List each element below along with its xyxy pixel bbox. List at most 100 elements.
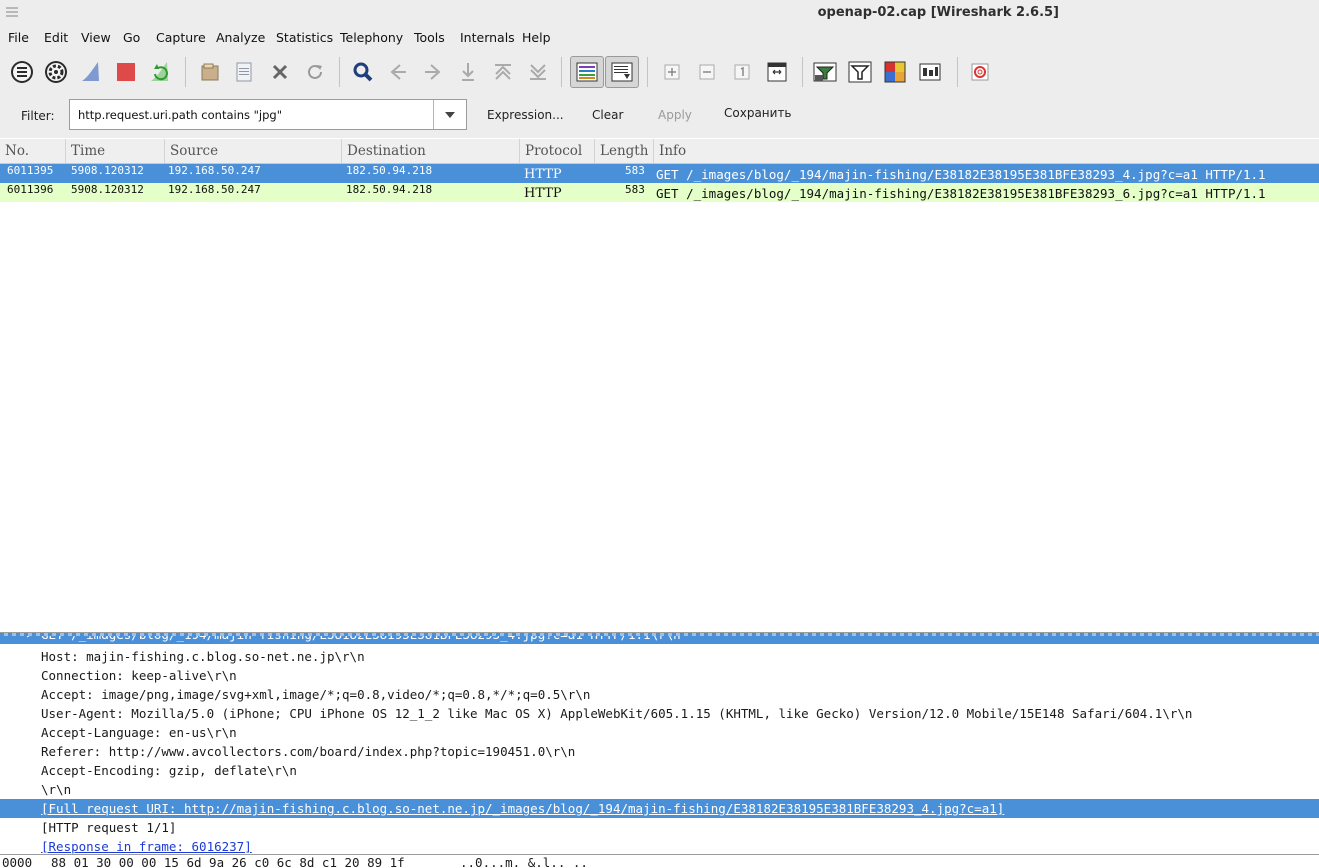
filter-combobox[interactable] [69, 99, 467, 130]
chevron-down-icon [445, 111, 455, 118]
go-last-icon[interactable] [523, 57, 553, 87]
capture-filters-icon[interactable] [810, 57, 840, 87]
go-to-packet-icon[interactable] [453, 57, 483, 87]
details-item-label: Accept-Language: en-us\r\n [41, 725, 237, 740]
toolbar-separator [561, 57, 562, 87]
go-back-icon[interactable] [383, 57, 413, 87]
filter-label: Filter: [21, 109, 55, 123]
normal-size-icon[interactable] [727, 57, 757, 87]
filter-dropdown-button[interactable] [433, 100, 466, 129]
packet-protocol: HTTP [524, 186, 562, 201]
response-frame-link[interactable]: [Response in frame: 6016237] [41, 837, 252, 855]
main-toolbar [0, 49, 1319, 95]
capture-options-icon[interactable] [41, 57, 71, 87]
bytes-ascii: ..0...m. &.l.. .. [460, 855, 588, 868]
menu-view[interactable]: View [81, 30, 111, 45]
menu-file[interactable]: File [8, 30, 29, 45]
packet-bytes-pane[interactable]: 0000 88 01 30 00 00 15 6d 9a 26 c0 6c 8d… [0, 854, 1319, 868]
details-divider [0, 633, 1319, 636]
save-file-icon[interactable] [229, 57, 259, 87]
go-first-icon[interactable] [488, 57, 518, 87]
menu-telephony[interactable]: Telephony [340, 30, 403, 45]
clear-button[interactable]: Clear [592, 108, 623, 122]
find-packet-icon[interactable] [348, 57, 378, 87]
packet-no: 6011395 [7, 164, 54, 177]
menu-statistics[interactable]: Statistics [276, 30, 333, 45]
bytes-hex: 88 01 30 00 00 15 6d 9a 26 c0 6c 8d c1 2… [51, 855, 405, 868]
details-item-label: Connection: keep-alive\r\n [41, 668, 237, 683]
column-header-time[interactable]: Time [66, 139, 165, 163]
colorize-list-icon[interactable] [570, 56, 604, 88]
details-tree-item[interactable]: \r\n [0, 780, 1319, 799]
details-tree-item-full-uri[interactable]: [Full request URI: http://majin-fishing.… [0, 799, 1319, 818]
menu-internals[interactable]: Internals [460, 30, 515, 45]
menu-help[interactable]: Help [522, 30, 551, 45]
save-filter-button[interactable]: Сохранить [724, 106, 792, 120]
column-header-destination[interactable]: Destination [342, 139, 520, 163]
window-menu-icon[interactable] [6, 7, 18, 17]
coloring-rules-icon[interactable] [880, 57, 910, 87]
details-tree-item[interactable]: Accept-Encoding: gzip, deflate\r\n [0, 761, 1319, 780]
display-filters-icon[interactable] [845, 57, 875, 87]
packet-row[interactable]: 6011396 5908.120312 192.168.50.247 182.5… [0, 183, 1319, 202]
column-header-no[interactable]: No. [0, 139, 66, 163]
toolbar-separator [339, 57, 340, 87]
window-title: openap-02.cap [Wireshark 2.6.5] [817, 5, 1059, 20]
zoom-in-icon[interactable] [657, 57, 687, 87]
auto-scroll-icon[interactable] [605, 56, 639, 88]
menu-capture[interactable]: Capture [156, 30, 206, 45]
packet-row[interactable]: 6011395 5908.120312 192.168.50.247 182.5… [0, 164, 1319, 183]
details-item-label: Accept: image/png,image/svg+xml,image/*;… [41, 687, 591, 702]
zoom-out-icon[interactable] [692, 57, 722, 87]
reload-file-icon[interactable] [300, 57, 330, 87]
expression-button[interactable]: Expression... [487, 108, 564, 122]
details-tree-item[interactable]: Accept-Language: en-us\r\n [0, 723, 1319, 742]
help-icon[interactable] [965, 57, 995, 87]
apply-button[interactable]: Apply [658, 108, 692, 122]
interfaces-list-icon[interactable] [7, 57, 37, 87]
menu-tools[interactable]: Tools [414, 30, 445, 45]
menu-bar: File Edit View Go Capture Analyze Statis… [0, 27, 1319, 49]
menu-go[interactable]: Go [123, 30, 140, 45]
packet-length: 583 [625, 183, 645, 196]
details-tree-item[interactable]: Accept: image/png,image/svg+xml,image/*;… [0, 685, 1319, 704]
packet-list-header: No. Time Source Destination Protocol Len… [0, 139, 1319, 164]
packet-protocol: HTTP [524, 167, 562, 182]
details-tree-item[interactable]: Host: majin-fishing.c.blog.so-net.ne.jp\… [0, 647, 1319, 666]
column-header-length[interactable]: Length [595, 139, 654, 163]
stop-capture-icon[interactable] [111, 57, 141, 87]
toolbar-separator [957, 57, 958, 87]
column-header-info[interactable]: Info [654, 139, 1319, 163]
preferences-icon[interactable] [915, 57, 945, 87]
open-file-icon[interactable] [195, 57, 225, 87]
packet-destination: 182.50.94.218 [346, 183, 433, 196]
menu-edit[interactable]: Edit [44, 30, 68, 45]
packet-time: 5908.120312 [71, 183, 144, 196]
menu-analyze[interactable]: Analyze [216, 30, 265, 45]
close-file-icon[interactable] [265, 57, 295, 87]
filter-input[interactable] [70, 100, 434, 129]
column-header-source[interactable]: Source [165, 139, 342, 163]
details-tree-item[interactable]: User-Agent: Mozilla/5.0 (iPhone; CPU iPh… [0, 704, 1319, 723]
restart-capture-icon[interactable] [145, 57, 175, 87]
full-uri-link[interactable]: [Full request URI: http://majin-fishing.… [41, 799, 1004, 818]
start-capture-shark-fin-icon[interactable] [76, 57, 106, 87]
packet-details-pane[interactable]: ▶ GET /_images/blog/_194/majin-fishing/E… [0, 632, 1319, 855]
column-header-protocol[interactable]: Protocol [520, 139, 595, 163]
details-item-label: User-Agent: Mozilla/5.0 (iPhone; CPU iPh… [41, 706, 1193, 721]
details-tree-item[interactable]: Referer: http://www.avcollectors.com/boa… [0, 742, 1319, 761]
packet-destination: 182.50.94.218 [346, 164, 433, 177]
details-tree-item[interactable]: [HTTP request 1/1] [0, 818, 1319, 837]
packet-source: 192.168.50.247 [168, 183, 261, 196]
resize-columns-icon[interactable] [762, 57, 792, 87]
packet-list[interactable]: No. Time Source Destination Protocol Len… [0, 139, 1319, 632]
filter-toolbar: Filter: Expression... Clear Apply Сохран… [0, 95, 1319, 138]
go-forward-icon[interactable] [418, 57, 448, 87]
packet-info: GET /_images/blog/_194/majin-fishing/E38… [656, 186, 1266, 201]
packet-no: 6011396 [7, 183, 54, 196]
packet-time: 5908.120312 [71, 164, 144, 177]
details-tree-item[interactable]: Connection: keep-alive\r\n [0, 666, 1319, 685]
details-tree-item-response-frame[interactable]: [Response in frame: 6016237] [0, 837, 1319, 855]
toolbar-separator [185, 57, 186, 87]
toolbar-separator [802, 57, 803, 87]
